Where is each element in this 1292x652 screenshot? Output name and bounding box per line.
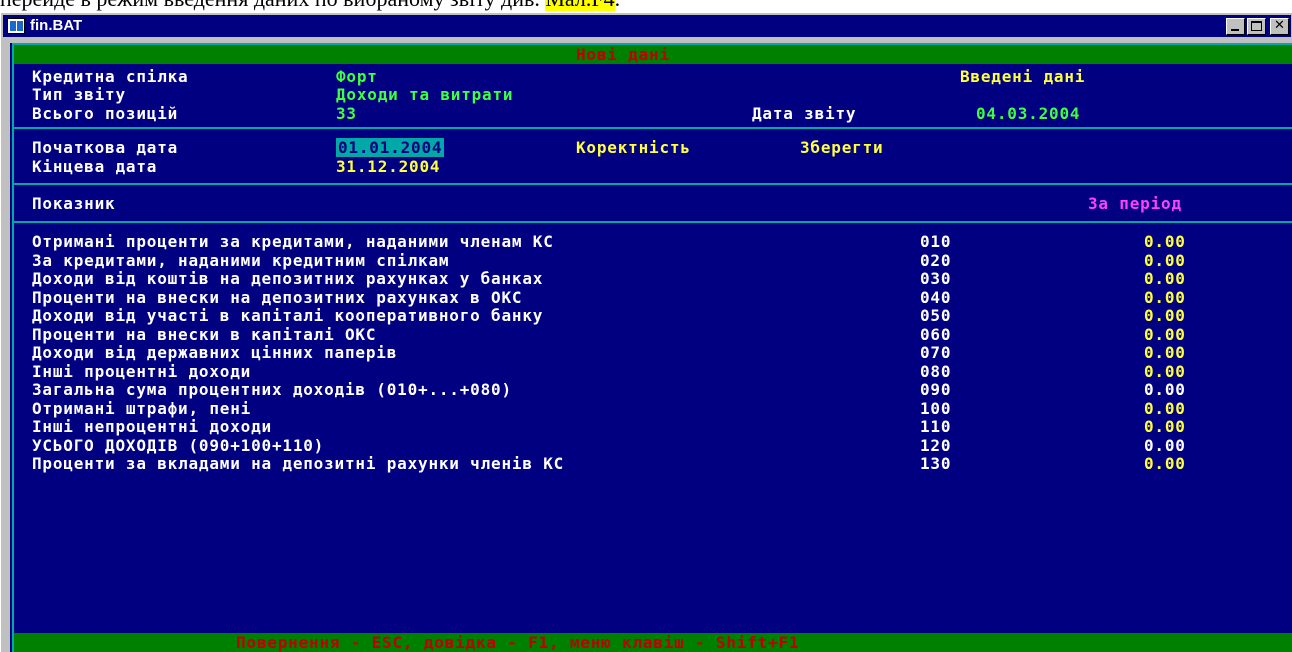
screen-title: Нові дані — [576, 45, 670, 64]
row-label: Отримані штрафи, пені — [32, 399, 252, 418]
divider — [12, 183, 1292, 185]
row-label: Проценти на внески в капіталі ОКС — [32, 325, 377, 344]
row-value-field[interactable]: 0.00 — [1144, 232, 1186, 251]
row-code: 030 — [920, 269, 952, 288]
row-code: 040 — [920, 288, 952, 307]
row-label: Проценти за вкладами на депозитні рахунк… — [32, 454, 565, 473]
row-code: 070 — [920, 343, 952, 362]
total-positions-label: Всього позицій — [32, 104, 179, 123]
credit-union-label: Кредитна спілка — [32, 67, 189, 86]
row-value-total: 0.00 — [1144, 380, 1186, 399]
row-value-field[interactable]: 0.00 — [1144, 269, 1186, 288]
divider — [12, 127, 1292, 129]
start-date-label: Початкова дата — [32, 138, 179, 157]
close-icon: ✕ — [1274, 18, 1285, 33]
document-text: перейде в режим введення даних по вибран… — [0, 0, 545, 11]
row-value-field[interactable]: 0.00 — [1144, 399, 1186, 418]
period-column-header: За період — [1088, 194, 1182, 213]
divider — [12, 221, 1292, 223]
row-label: Доходи від державних цінних паперів — [32, 343, 398, 362]
row-value-field[interactable]: 0.00 — [1144, 251, 1186, 270]
document-text-end: . — [615, 0, 621, 11]
row-code: 130 — [920, 454, 952, 473]
report-type-value: Доходи та витрати — [336, 85, 514, 104]
credit-union-value: Форт — [336, 67, 378, 86]
keyboard-hint: Повернення - ESC, довідка - F1, меню кла… — [236, 633, 800, 652]
report-type-label: Тип звіту — [32, 85, 126, 104]
figure-reference-highlight: Мал.F4 — [545, 0, 615, 11]
row-value-field[interactable]: 0.00 — [1144, 362, 1186, 381]
total-positions-value: 33 — [336, 104, 357, 123]
row-code: 020 — [920, 251, 952, 270]
end-date-field[interactable]: 31.12.2004 — [336, 157, 440, 176]
row-label: За кредитами, наданими кредитним спілкам — [32, 251, 450, 270]
row-code: 050 — [920, 306, 952, 325]
maximize-button[interactable] — [1247, 18, 1266, 35]
row-label: УСЬОГО ДОХОДІВ (090+100+110) — [32, 436, 325, 455]
row-code: 060 — [920, 325, 952, 344]
minimize-button[interactable] — [1226, 18, 1245, 35]
row-code: 010 — [920, 232, 952, 251]
row-label: Доходи від коштів на депозитних рахунках… — [32, 269, 544, 288]
console-window: fin.BAT ✕ Нові дані Кредитна спілка Форт… — [0, 12, 1292, 652]
row-value-field[interactable]: 0.00 — [1144, 343, 1186, 362]
row-label: Інші непроцентні доходи — [32, 417, 272, 436]
app-window-icon[interactable] — [7, 18, 25, 34]
window-title: fin.BAT — [30, 17, 83, 34]
indicator-column-header: Показник — [32, 194, 116, 213]
start-date-field[interactable]: 01.01.2004 — [336, 138, 445, 157]
end-date-label: Кінцева дата — [32, 157, 158, 176]
document-text-line: перейде в режим введення даних по вибран… — [0, 0, 1292, 12]
close-button[interactable]: ✕ — [1270, 18, 1289, 35]
console-screen: Нові дані Кредитна спілка Форт Введені д… — [10, 43, 1292, 652]
row-label: Інші процентні доходи — [32, 362, 252, 381]
correctness-button[interactable]: Коректність — [576, 138, 691, 157]
row-value-field[interactable]: 0.00 — [1144, 288, 1186, 307]
row-label: Доходи від участі в капіталі кооперативн… — [32, 306, 544, 325]
row-code: 100 — [920, 399, 952, 418]
row-label: Проценти на внески на депозитних рахунка… — [32, 288, 523, 307]
row-value-field[interactable]: 0.00 — [1144, 306, 1186, 325]
row-value-field[interactable]: 0.00 — [1144, 417, 1186, 436]
row-label: Отримані проценти за кредитами, наданими… — [32, 232, 554, 251]
row-code: 110 — [920, 417, 952, 436]
report-date-value: 04.03.2004 — [976, 104, 1081, 123]
row-value-field[interactable]: 0.00 — [1144, 325, 1186, 344]
save-button[interactable]: Зберегти — [800, 138, 883, 157]
minimize-icon — [1231, 29, 1239, 31]
row-label: Загальна сума процентних доходів (010+..… — [32, 380, 512, 399]
row-code: 080 — [920, 362, 952, 381]
maximize-icon — [1251, 21, 1262, 31]
row-value-field[interactable]: 0.00 — [1144, 454, 1186, 473]
title-bar[interactable]: fin.BAT ✕ — [3, 15, 1291, 37]
report-date-label: Дата звіту — [752, 104, 857, 123]
data-status: Введені дані — [960, 67, 1086, 86]
row-value-total: 0.00 — [1144, 436, 1186, 455]
row-code: 090 — [920, 380, 952, 399]
row-code: 120 — [920, 436, 952, 455]
